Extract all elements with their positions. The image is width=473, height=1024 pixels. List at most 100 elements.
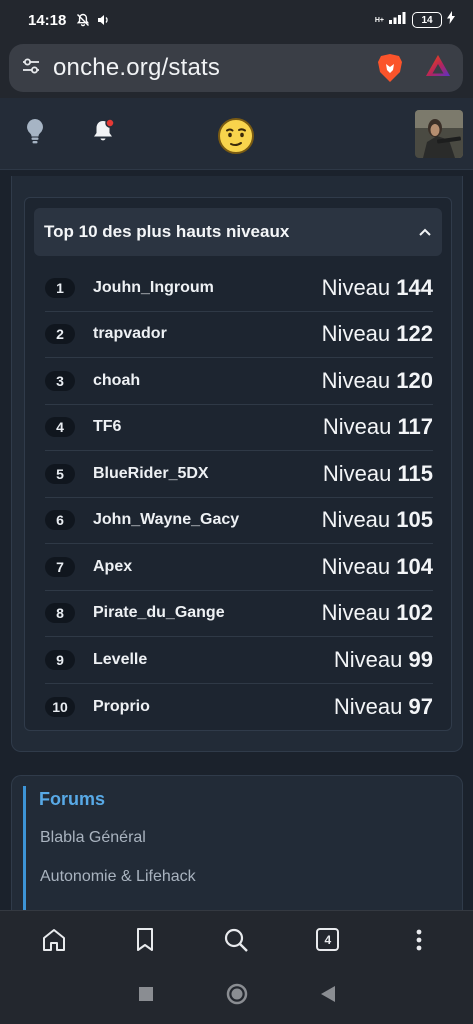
- battery-indicator: 14: [412, 12, 442, 28]
- player-level: Niveau 105: [322, 507, 433, 533]
- mute-notifications-icon: [76, 13, 90, 27]
- menu-icon[interactable]: [399, 920, 439, 960]
- rank-badge: 5: [45, 463, 75, 484]
- recent-apps-icon[interactable]: [138, 986, 154, 1007]
- ranking-row: 10 Proprio Niveau 97: [45, 684, 433, 731]
- charging-icon: [447, 11, 455, 29]
- player-name[interactable]: John_Wayne_Gacy: [93, 511, 239, 529]
- level-value: 104: [396, 553, 433, 579]
- player-level: Niveau 144: [322, 275, 433, 301]
- level-value: 115: [397, 460, 434, 486]
- level-value: 105: [396, 507, 433, 533]
- user-avatar[interactable]: [415, 110, 463, 158]
- player-name[interactable]: Levelle: [93, 651, 147, 669]
- level-label: Niveau: [321, 367, 391, 393]
- address-bar[interactable]: onche.org/stats: [9, 44, 463, 92]
- level-label: Niveau: [333, 693, 403, 719]
- player-level: Niveau 104: [322, 554, 433, 580]
- player-name[interactable]: Pirate_du_Gange: [93, 604, 225, 622]
- ranking-row: 1 Jouhn_Ingroum Niveau 144: [45, 265, 433, 312]
- top-levels-card: Top 10 des plus hauts niveaux 1 Jouhn_In…: [24, 197, 452, 731]
- player-level: Niveau 115: [323, 461, 433, 487]
- level-label: Niveau: [322, 460, 392, 486]
- brave-shields-icon[interactable]: [377, 53, 403, 83]
- smiley-icon[interactable]: [217, 117, 255, 155]
- browser-bottom-bar: 4: [0, 910, 473, 968]
- level-label: Niveau: [321, 507, 391, 533]
- brave-rewards-icon[interactable]: [425, 54, 451, 83]
- url-text[interactable]: onche.org/stats: [53, 54, 220, 82]
- level-value: 97: [408, 693, 433, 719]
- home-button-icon[interactable]: [226, 983, 248, 1010]
- ranking-row: 6 John_Wayne_Gacy Niveau 105: [45, 498, 433, 544]
- level-value: 99: [408, 646, 433, 672]
- level-label: Niveau: [321, 274, 391, 300]
- level-label: Niveau: [321, 600, 391, 626]
- status-bar: 14:18 H+ 14: [0, 0, 473, 40]
- level-value: 122: [396, 321, 433, 347]
- forums-accent-bar: [23, 786, 26, 915]
- rank-badge: 10: [45, 696, 75, 717]
- status-time: 14:18: [28, 11, 67, 29]
- player-name[interactable]: Proprio: [93, 698, 150, 716]
- ranking-row: 3 choah Niveau 120: [45, 358, 433, 405]
- level-label: Niveau: [333, 646, 403, 672]
- player-name[interactable]: Apex: [93, 558, 132, 576]
- level-value: 102: [396, 600, 433, 626]
- ranking-row: 4 TF6 Niveau 117: [45, 405, 433, 451]
- rank-badge: 6: [45, 510, 75, 531]
- top-levels-header[interactable]: Top 10 des plus hauts niveaux: [34, 208, 442, 256]
- level-value: 120: [396, 367, 433, 393]
- player-level: Niveau 117: [323, 414, 433, 440]
- lightbulb-icon[interactable]: [22, 116, 48, 146]
- player-name[interactable]: BlueRider_5DX: [93, 465, 209, 483]
- ranking-row: 8 Pirate_du_Gange Niveau 102: [45, 591, 433, 637]
- browser-toolbar: onche.org/stats: [0, 40, 473, 98]
- level-value: 144: [396, 274, 433, 300]
- ranking-row: 5 BlueRider_5DX Niveau 115: [45, 451, 433, 498]
- player-name[interactable]: TF6: [93, 418, 121, 436]
- player-level: Niveau 122: [322, 321, 433, 347]
- signal-icon: [389, 11, 407, 29]
- network-type: H+: [374, 16, 384, 24]
- tabs-button[interactable]: 4: [308, 920, 348, 960]
- player-name[interactable]: choah: [93, 372, 140, 390]
- site-header: [0, 98, 473, 170]
- bookmark-icon[interactable]: [125, 920, 165, 960]
- forum-link-blabla[interactable]: Blabla Général: [40, 829, 146, 847]
- player-name[interactable]: trapvador: [93, 325, 167, 343]
- level-value: 117: [397, 414, 434, 440]
- tabs-count[interactable]: 4: [316, 928, 340, 951]
- forums-panel: Forums Blabla Général Autonomie & Lifeha…: [11, 775, 463, 915]
- notifications-bell-icon[interactable]: [89, 116, 119, 146]
- rank-badge: 9: [45, 649, 75, 670]
- back-icon[interactable]: [320, 985, 336, 1008]
- rank-badge: 1: [45, 277, 75, 298]
- ranking-row: 7 Apex Niveau 104: [45, 544, 433, 591]
- level-label: Niveau: [322, 414, 392, 440]
- ranking-row: 9 Levelle Niveau 99: [45, 637, 433, 684]
- rank-badge: 2: [45, 324, 75, 345]
- forum-link-autonomie[interactable]: Autonomie & Lifehack: [40, 868, 196, 886]
- level-label: Niveau: [321, 553, 391, 579]
- ranking-row: 2 trapvador Niveau 122: [45, 312, 433, 358]
- player-level: Niveau 102: [322, 600, 433, 626]
- rank-badge: 4: [45, 417, 75, 438]
- rank-badge: 3: [45, 370, 75, 391]
- player-level: Niveau 99: [334, 647, 433, 673]
- stats-panel: Top 10 des plus hauts niveaux 1 Jouhn_In…: [11, 176, 463, 752]
- site-settings-icon[interactable]: [21, 56, 41, 81]
- search-icon[interactable]: [216, 920, 256, 960]
- player-level: Niveau 97: [334, 694, 433, 720]
- forums-title: Forums: [39, 789, 106, 809]
- ranking-list: 1 Jouhn_Ingroum Niveau 144 2 trapvador N…: [45, 265, 433, 730]
- level-label: Niveau: [321, 321, 391, 347]
- chevron-up-icon[interactable]: [418, 227, 432, 237]
- home-icon[interactable]: [34, 920, 74, 960]
- system-navigation-bar: [0, 968, 473, 1024]
- rank-badge: 8: [45, 603, 75, 624]
- rank-badge: 7: [45, 556, 75, 577]
- player-name[interactable]: Jouhn_Ingroum: [93, 279, 214, 297]
- volume-icon: [96, 13, 110, 27]
- top-levels-title: Top 10 des plus hauts niveaux: [44, 222, 290, 241]
